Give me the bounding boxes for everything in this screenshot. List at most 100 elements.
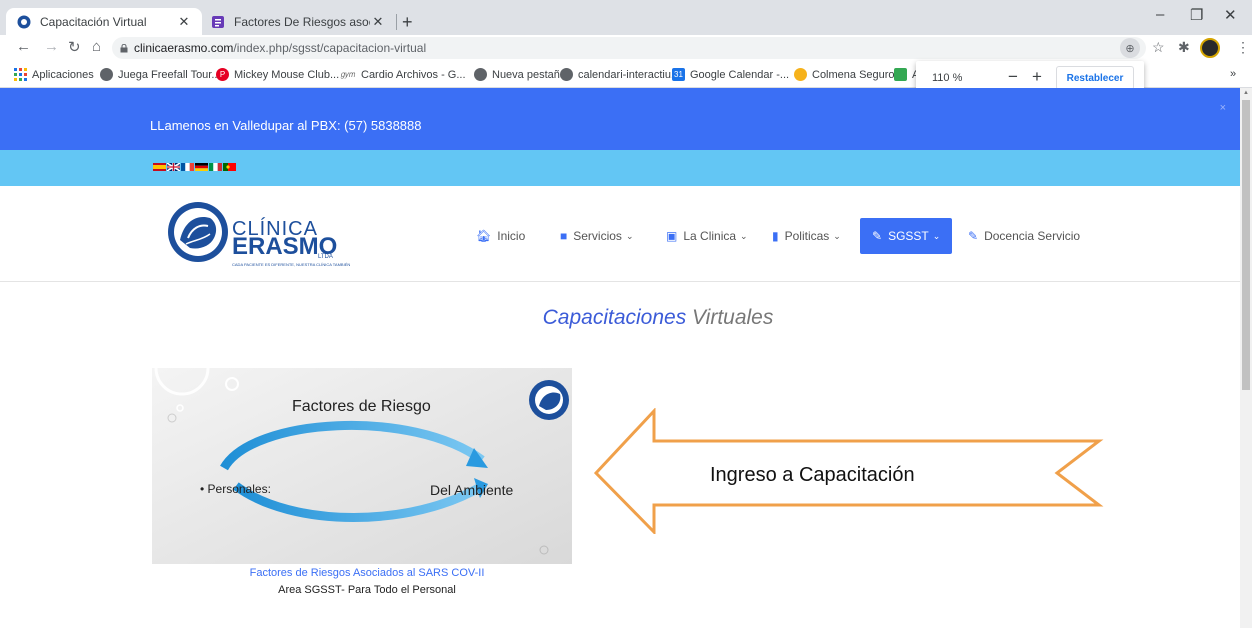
language-bar: [0, 150, 1240, 186]
back-arrow-icon[interactable]: ←: [16, 38, 31, 55]
nav-servicios[interactable]: ■ Servicios ⌄: [560, 218, 633, 254]
language-flags: [153, 163, 236, 171]
zoom-out-icon[interactable]: −: [1008, 67, 1018, 87]
scroll-up-icon[interactable]: ▲: [1243, 90, 1249, 96]
nav-docencia-servicio[interactable]: ✎ Docencia Servicio: [968, 218, 1080, 254]
forms-favicon-icon: [210, 14, 226, 30]
bookmark-calendari[interactable]: calendari-interactiu...: [560, 68, 680, 81]
scrollbar-thumb[interactable]: [1242, 100, 1250, 390]
reload-icon[interactable]: ↻: [68, 38, 81, 56]
title-accent: Capacitaciones: [542, 306, 687, 329]
building-icon: ▣: [666, 229, 678, 243]
bookmark-label: Juega Freefall Tour...: [118, 68, 221, 81]
url-path: /index.php/sgsst/capacitacion-virtual: [233, 41, 427, 55]
calendar-icon: 31: [672, 68, 685, 81]
home-browser-icon[interactable]: ⌂: [92, 38, 101, 55]
page-title: Capacitaciones Virtuales: [0, 306, 1240, 330]
home-icon: 🏠︎: [476, 229, 492, 243]
close-icon[interactable]: ×: [1220, 102, 1226, 114]
contact-bar: LLamenos en Valledupar al PBX: (57) 5838…: [0, 88, 1240, 150]
nav-label: Servicios: [573, 229, 622, 243]
bookmark-nueva[interactable]: Nueva pestaña: [474, 68, 566, 81]
bookmark-apps[interactable]: Aplicaciones: [14, 68, 94, 81]
clinica-erasmo-logo[interactable]: CLÍNICA ERASMO LTDA CADA PACIENTE ES DIF…: [166, 200, 366, 267]
slide-right-text: Del Ambiente: [430, 482, 514, 498]
site-header: CLÍNICA ERASMO LTDA CADA PACIENTE ES DIF…: [0, 186, 1240, 282]
italy-flag-icon[interactable]: [209, 163, 222, 171]
zoom-icon[interactable]: ⊕: [1120, 38, 1140, 58]
bookmark-freefall[interactable]: Juega Freefall Tour...: [100, 68, 221, 81]
nav-la-clinica[interactable]: ▣ La Clinica ⌄: [666, 218, 748, 254]
browser-tab-active[interactable]: Capacitación Virtual ✕: [6, 8, 202, 35]
star-icon[interactable]: ☆: [1152, 39, 1165, 56]
tab-title: Factores De Riesgos asociados al: [234, 14, 370, 29]
site-favicon-icon: [16, 14, 32, 30]
profile-avatar[interactable]: [1200, 38, 1220, 58]
page-scrollbar[interactable]: ▲: [1240, 88, 1252, 628]
globe-icon: [474, 68, 487, 81]
extensions-icon[interactable]: ✱: [1178, 39, 1190, 56]
plus-icon[interactable]: +: [402, 12, 413, 33]
logo-suffix: LTDA: [318, 254, 333, 260]
nav-politicas[interactable]: ▮ Politicas ⌄: [772, 218, 841, 254]
close-window-icon[interactable]: ✕: [1224, 6, 1237, 24]
nav-inicio[interactable]: 🏠︎ Inicio: [476, 218, 525, 254]
bookmark-gcal[interactable]: 31 Google Calendar -...: [672, 68, 789, 81]
globe-icon: [100, 68, 113, 81]
arrow-label: Ingreso a Capacitación: [710, 464, 915, 486]
bookmark-colmena[interactable]: Colmena Seguros: [794, 68, 900, 81]
chevron-down-icon: ⌄: [740, 230, 748, 241]
phone-text: LLamenos en Valledupar al PBX: (57) 5838…: [150, 118, 422, 133]
green-icon: [894, 68, 907, 81]
forward-arrow-icon[interactable]: →: [44, 38, 59, 55]
address-bar[interactable]: clinicaerasmo.com/index.php/sgsst/capaci…: [112, 37, 1146, 59]
globe-icon: [560, 68, 573, 81]
briefcase-icon: ■: [560, 229, 568, 243]
slide-left-text: • Personales:: [200, 482, 271, 496]
bookmark-label: calendari-interactiu...: [578, 68, 681, 81]
title-rest: Virtuales: [686, 306, 774, 329]
spain-flag-icon[interactable]: [153, 163, 166, 171]
nav-label: Inicio: [497, 229, 526, 243]
browser-tab-strip: Capacitación Virtual ✕ Factores De Riesg…: [0, 0, 1252, 35]
course-subtitle: Area SGSST- Para Todo el Personal: [278, 584, 456, 596]
bookmark-cardio[interactable]: 𝑔𝑦𝑚 Cardio Archivos - G...: [340, 68, 466, 81]
chevron-down-icon: ⌄: [932, 230, 941, 241]
close-tab-icon[interactable]: ✕: [176, 14, 192, 30]
nav-label: Docencia Servicio: [984, 229, 1081, 243]
browser-tab-inactive[interactable]: Factores De Riesgos asociados al ✕: [200, 8, 396, 35]
minimize-icon[interactable]: –: [1156, 6, 1164, 23]
lock-icon: [120, 43, 128, 52]
portugal-flag-icon[interactable]: [223, 163, 236, 171]
course-thumbnail[interactable]: Factores de Riesgo • Personales: Del Amb…: [152, 368, 572, 564]
uk-flag-icon[interactable]: [167, 163, 180, 171]
slide-title: Factores de Riesgo: [292, 398, 431, 415]
nav-label: SGSST: [888, 229, 929, 243]
logo-emblem-icon: [168, 202, 228, 262]
file-icon: ▮: [772, 229, 779, 243]
bookmark-label: Colmena Seguros: [812, 68, 901, 81]
zoom-in-icon[interactable]: +: [1032, 67, 1042, 87]
apps-grid-icon: [14, 68, 27, 81]
pinterest-icon: P: [216, 68, 229, 81]
restore-icon[interactable]: ❐: [1190, 6, 1203, 24]
chevron-down-icon: ⌄: [625, 230, 634, 241]
reset-zoom-button[interactable]: Restablecer: [1056, 66, 1134, 90]
bookmark-mickey[interactable]: P Mickey Mouse Club...: [216, 68, 339, 81]
nav-label: Politicas: [784, 229, 830, 243]
more-bookmarks-icon[interactable]: »: [1230, 68, 1236, 80]
tab-separator: [396, 14, 397, 30]
bookmark-label: Aplicaciones: [32, 68, 94, 81]
course-link[interactable]: Factores de Riesgos Asociados al SARS CO…: [152, 567, 582, 579]
bookmark-label: Mickey Mouse Club...: [234, 68, 340, 81]
bookmark-label: Nueva pestaña: [492, 68, 566, 81]
germany-flag-icon[interactable]: [195, 163, 208, 171]
close-tab-icon[interactable]: ✕: [370, 14, 386, 30]
zoom-percent: 110 %: [932, 72, 963, 84]
colmena-icon: [794, 68, 807, 81]
nav-sgsst[interactable]: ✎ SGSST ⌄: [860, 218, 953, 254]
france-flag-icon[interactable]: [181, 163, 194, 171]
browser-toolbar: ← → ↻ ⌂ clinicaerasmo.com/index.php/sgss…: [0, 35, 1252, 62]
menu-dots-icon[interactable]: ⋮: [1236, 39, 1250, 56]
chevron-down-icon: ⌄: [833, 230, 841, 241]
